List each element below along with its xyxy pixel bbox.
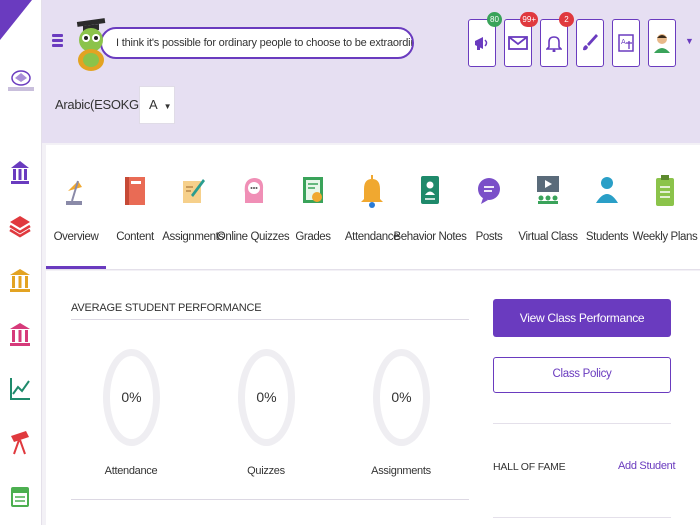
attendance-ring: 0% — [103, 349, 160, 446]
lamp-icon — [66, 180, 82, 205]
students-icon — [596, 177, 618, 203]
messages-button[interactable]: 99+ — [504, 12, 538, 67]
class-policy-button[interactable]: Class Policy — [493, 357, 671, 393]
sidebar-chart-icon[interactable] — [8, 374, 32, 402]
tab-label: Weekly Plans — [632, 231, 698, 243]
tab-label: Behavior Notes — [393, 231, 467, 243]
tab-label: Online Quizzes — [216, 231, 290, 243]
tab-virtual-class[interactable]: Virtual Class — [518, 145, 578, 269]
messages-badge: 99+ — [520, 12, 538, 27]
tab-assignments[interactable]: Assignments — [162, 145, 224, 269]
certificate-icon — [303, 177, 323, 203]
quizzes-value: 0% — [256, 389, 277, 405]
sidebar-school-icon[interactable] — [8, 158, 32, 186]
announcements-button[interactable]: 80 — [468, 12, 502, 67]
hamburger-menu-icon[interactable] — [52, 34, 63, 48]
pen-icon — [183, 179, 205, 203]
tab-content[interactable]: Content — [109, 145, 161, 269]
tab-label: Assignments — [162, 231, 224, 243]
tab-label: Overview — [53, 231, 99, 243]
tab-label: Posts — [475, 231, 503, 243]
theme-button[interactable] — [576, 19, 604, 67]
section-caret-icon: ▼ — [163, 102, 172, 111]
mail-icon — [508, 36, 528, 50]
video-class-icon — [537, 176, 559, 204]
quizzes-ring: 0% — [238, 349, 295, 446]
section-value: A — [149, 97, 157, 112]
right-bottom-divider — [493, 517, 671, 518]
chat-icon — [478, 178, 500, 204]
head-icon — [244, 178, 264, 203]
sidebar-building-icon[interactable] — [8, 320, 32, 348]
notifications-badge: 2 — [559, 12, 574, 27]
tab-weekly-plans[interactable]: Weekly Plans — [633, 145, 698, 269]
attendance-label: Attendance — [104, 465, 158, 477]
tab-students[interactable]: Students — [585, 145, 629, 269]
clipboard-icon — [656, 175, 674, 206]
tab-posts[interactable]: Posts — [469, 145, 509, 269]
paintbrush-icon — [583, 34, 598, 51]
performance-bottom-divider — [71, 499, 469, 500]
add-student-link[interactable]: Add Student — [618, 460, 676, 472]
profile-dropdown-caret-icon[interactable]: ▼ — [685, 36, 694, 46]
bell-icon — [546, 36, 562, 52]
megaphone-icon — [475, 37, 488, 50]
translate-icon: A — [618, 34, 634, 52]
quote-text: I think it's possible for ordinary peopl… — [116, 37, 412, 49]
tab-label: Grades — [295, 231, 331, 243]
overview-panel: AVERAGE STUDENT PERFORMANCE 0% Attendanc… — [46, 271, 700, 525]
top-header: I think it's possible for ordinary peopl… — [42, 0, 700, 143]
right-divider — [493, 423, 671, 424]
tab-online-quizzes[interactable]: Online Quizzes — [217, 145, 290, 269]
view-class-performance-button[interactable]: View Class Performance — [493, 299, 671, 337]
announcements-badge: 80 — [487, 12, 502, 27]
performance-divider — [71, 319, 469, 320]
sidebar-institution-icon[interactable] — [8, 266, 32, 294]
tab-label: Attendance — [344, 231, 400, 243]
notifications-button[interactable]: 2 — [540, 12, 574, 67]
sidebar-corner-decoration — [0, 0, 32, 40]
sidebar-telescope-icon[interactable] — [8, 428, 32, 456]
tab-label: Virtual Class — [518, 231, 578, 243]
assignments-label: Assignments — [371, 465, 431, 477]
quizzes-label: Quizzes — [247, 465, 285, 477]
sidebar-calendar-icon[interactable] — [8, 482, 32, 510]
left-sidebar — [0, 0, 42, 525]
attendance-value: 0% — [121, 389, 142, 405]
hall-of-fame-heading: HALL OF FAME — [493, 461, 566, 473]
assignments-value: 0% — [391, 389, 412, 405]
tab-overview[interactable]: Overview — [46, 145, 106, 269]
assignments-ring: 0% — [373, 349, 430, 446]
user-avatar-icon — [654, 34, 670, 53]
tab-attendance[interactable]: Attendance — [344, 145, 400, 269]
performance-title: AVERAGE STUDENT PERFORMANCE — [71, 302, 262, 314]
tab-label: Content — [116, 231, 154, 243]
sidebar-layers-icon[interactable] — [8, 212, 32, 240]
svg-text:A: A — [621, 38, 626, 46]
language-button[interactable]: A — [612, 19, 640, 67]
tab-grades[interactable]: Grades — [288, 145, 338, 269]
tab-behavior-notes[interactable]: Behavior Notes — [393, 145, 467, 269]
quote-banner: I think it's possible for ordinary peopl… — [100, 27, 414, 59]
id-card-icon — [421, 176, 439, 204]
book-icon — [125, 177, 145, 205]
active-tab-indicator — [46, 266, 106, 269]
turtle-mascot-icon — [76, 18, 106, 71]
bell-icon — [361, 175, 383, 208]
profile-button[interactable] — [648, 19, 676, 67]
class-tabs: Overview Content Assignments Online Quiz… — [46, 145, 700, 270]
tab-label: Students — [585, 231, 629, 243]
section-dropdown[interactable]: A ▼ — [139, 86, 175, 124]
school-logo-icon — [8, 70, 34, 91]
